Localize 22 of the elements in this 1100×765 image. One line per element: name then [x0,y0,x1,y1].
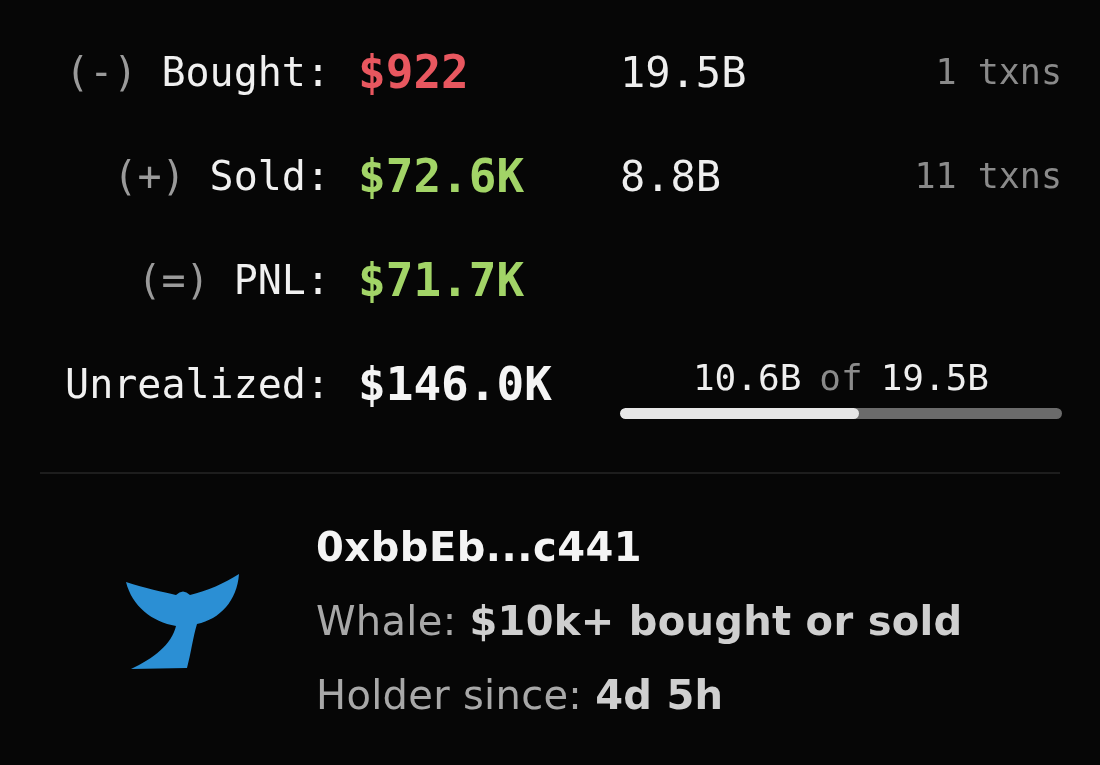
value-text: $922 [358,45,470,99]
wallet-info-text: Whale: $10k+ bought or sold [316,597,963,646]
wallet-info-text: Holder since: 4d 5h [316,671,725,720]
row-label: Bought: [161,49,330,95]
sign-label: (+) [113,153,186,199]
row-label: Unrealized: [65,361,330,407]
sign-label: (-) [65,49,138,95]
value-text: $146.0K [358,357,553,411]
value-text: $71.7K [358,253,526,307]
row-label: Sold: [209,153,330,199]
row-label: PNL: [233,257,330,303]
txn-count: 1 txns [935,52,1062,92]
value-text: $72.6K [358,149,526,203]
total-amount: 19.5B [880,357,990,398]
sign-label: (=) [137,257,210,303]
wallet-address: 0xbbEb...c441 [316,523,644,572]
token-amount: 8.8B [620,151,723,201]
whale-tail-icon [125,572,240,670]
held-amount: 10.6B [692,357,802,398]
token-amount: 19.5B [620,47,748,97]
txn-count: 11 txns [914,156,1062,196]
of-label: of [819,357,863,398]
